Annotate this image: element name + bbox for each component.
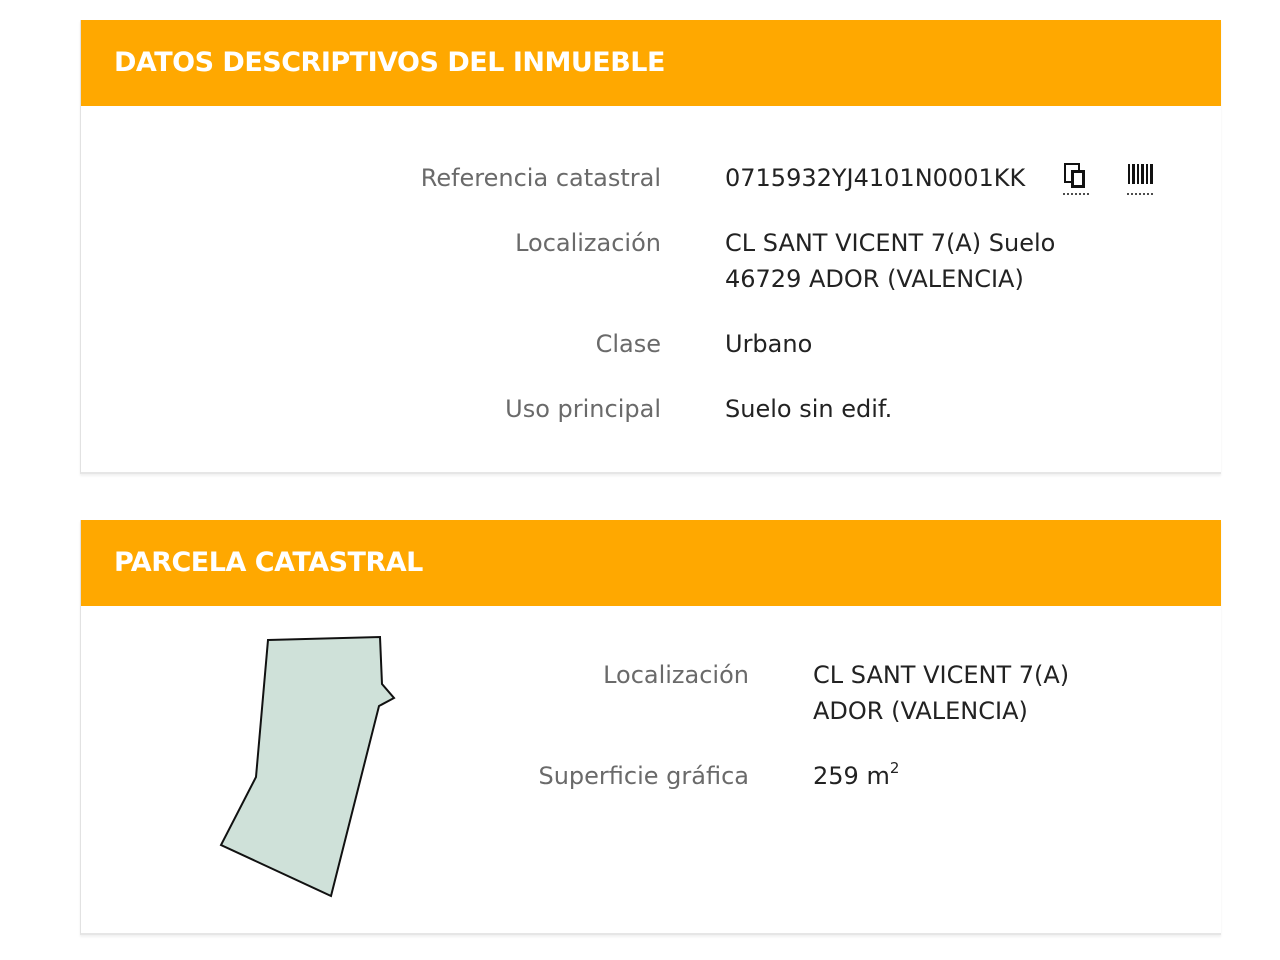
parcela-localizacion-line2: ADOR (VALENCIA): [813, 697, 1028, 725]
clase-label: Clase: [595, 330, 661, 358]
localizacion-label: Localización: [515, 229, 661, 257]
uso-principal-value: Suelo sin edif.: [725, 395, 893, 423]
parcela-localizacion-label: Localización: [603, 661, 749, 689]
parcela-catastral-header: PARCELA CATASTRAL: [81, 520, 1221, 606]
localizacion-line2: 46729 ADOR (VALENCIA): [725, 265, 1024, 293]
superficie-unit-exponent: 2: [889, 759, 900, 777]
parcela-localizacion-line1: CL SANT VICENT 7(A): [813, 661, 1070, 689]
localizacion-line1: CL SANT VICENT 7(A) Suelo: [725, 229, 1056, 257]
datos-inmueble-header: DATOS DESCRIPTIVOS DEL INMUEBLE: [81, 20, 1221, 106]
datos-inmueble-panel: DATOS DESCRIPTIVOS DEL INMUEBLE Referenc…: [80, 20, 1221, 474]
superficie-grafica-value: 259 m2: [813, 758, 899, 794]
superficie-grafica-label: Superficie gráfica: [538, 762, 749, 790]
clase-value: Urbano: [725, 330, 813, 358]
referencia-catastral-value: 0715932YJ4101N0001KK: [725, 164, 1026, 192]
referencia-catastral-label: Referencia catastral: [420, 164, 661, 192]
copy-icon[interactable]: [1061, 160, 1093, 196]
superficie-value-text: 259 m: [813, 762, 890, 790]
uso-principal-label: Uso principal: [505, 395, 661, 423]
parcela-catastral-panel: PARCELA CATASTRAL Localización CL SANT V…: [80, 520, 1221, 935]
barcode-icon[interactable]: [1125, 160, 1157, 196]
